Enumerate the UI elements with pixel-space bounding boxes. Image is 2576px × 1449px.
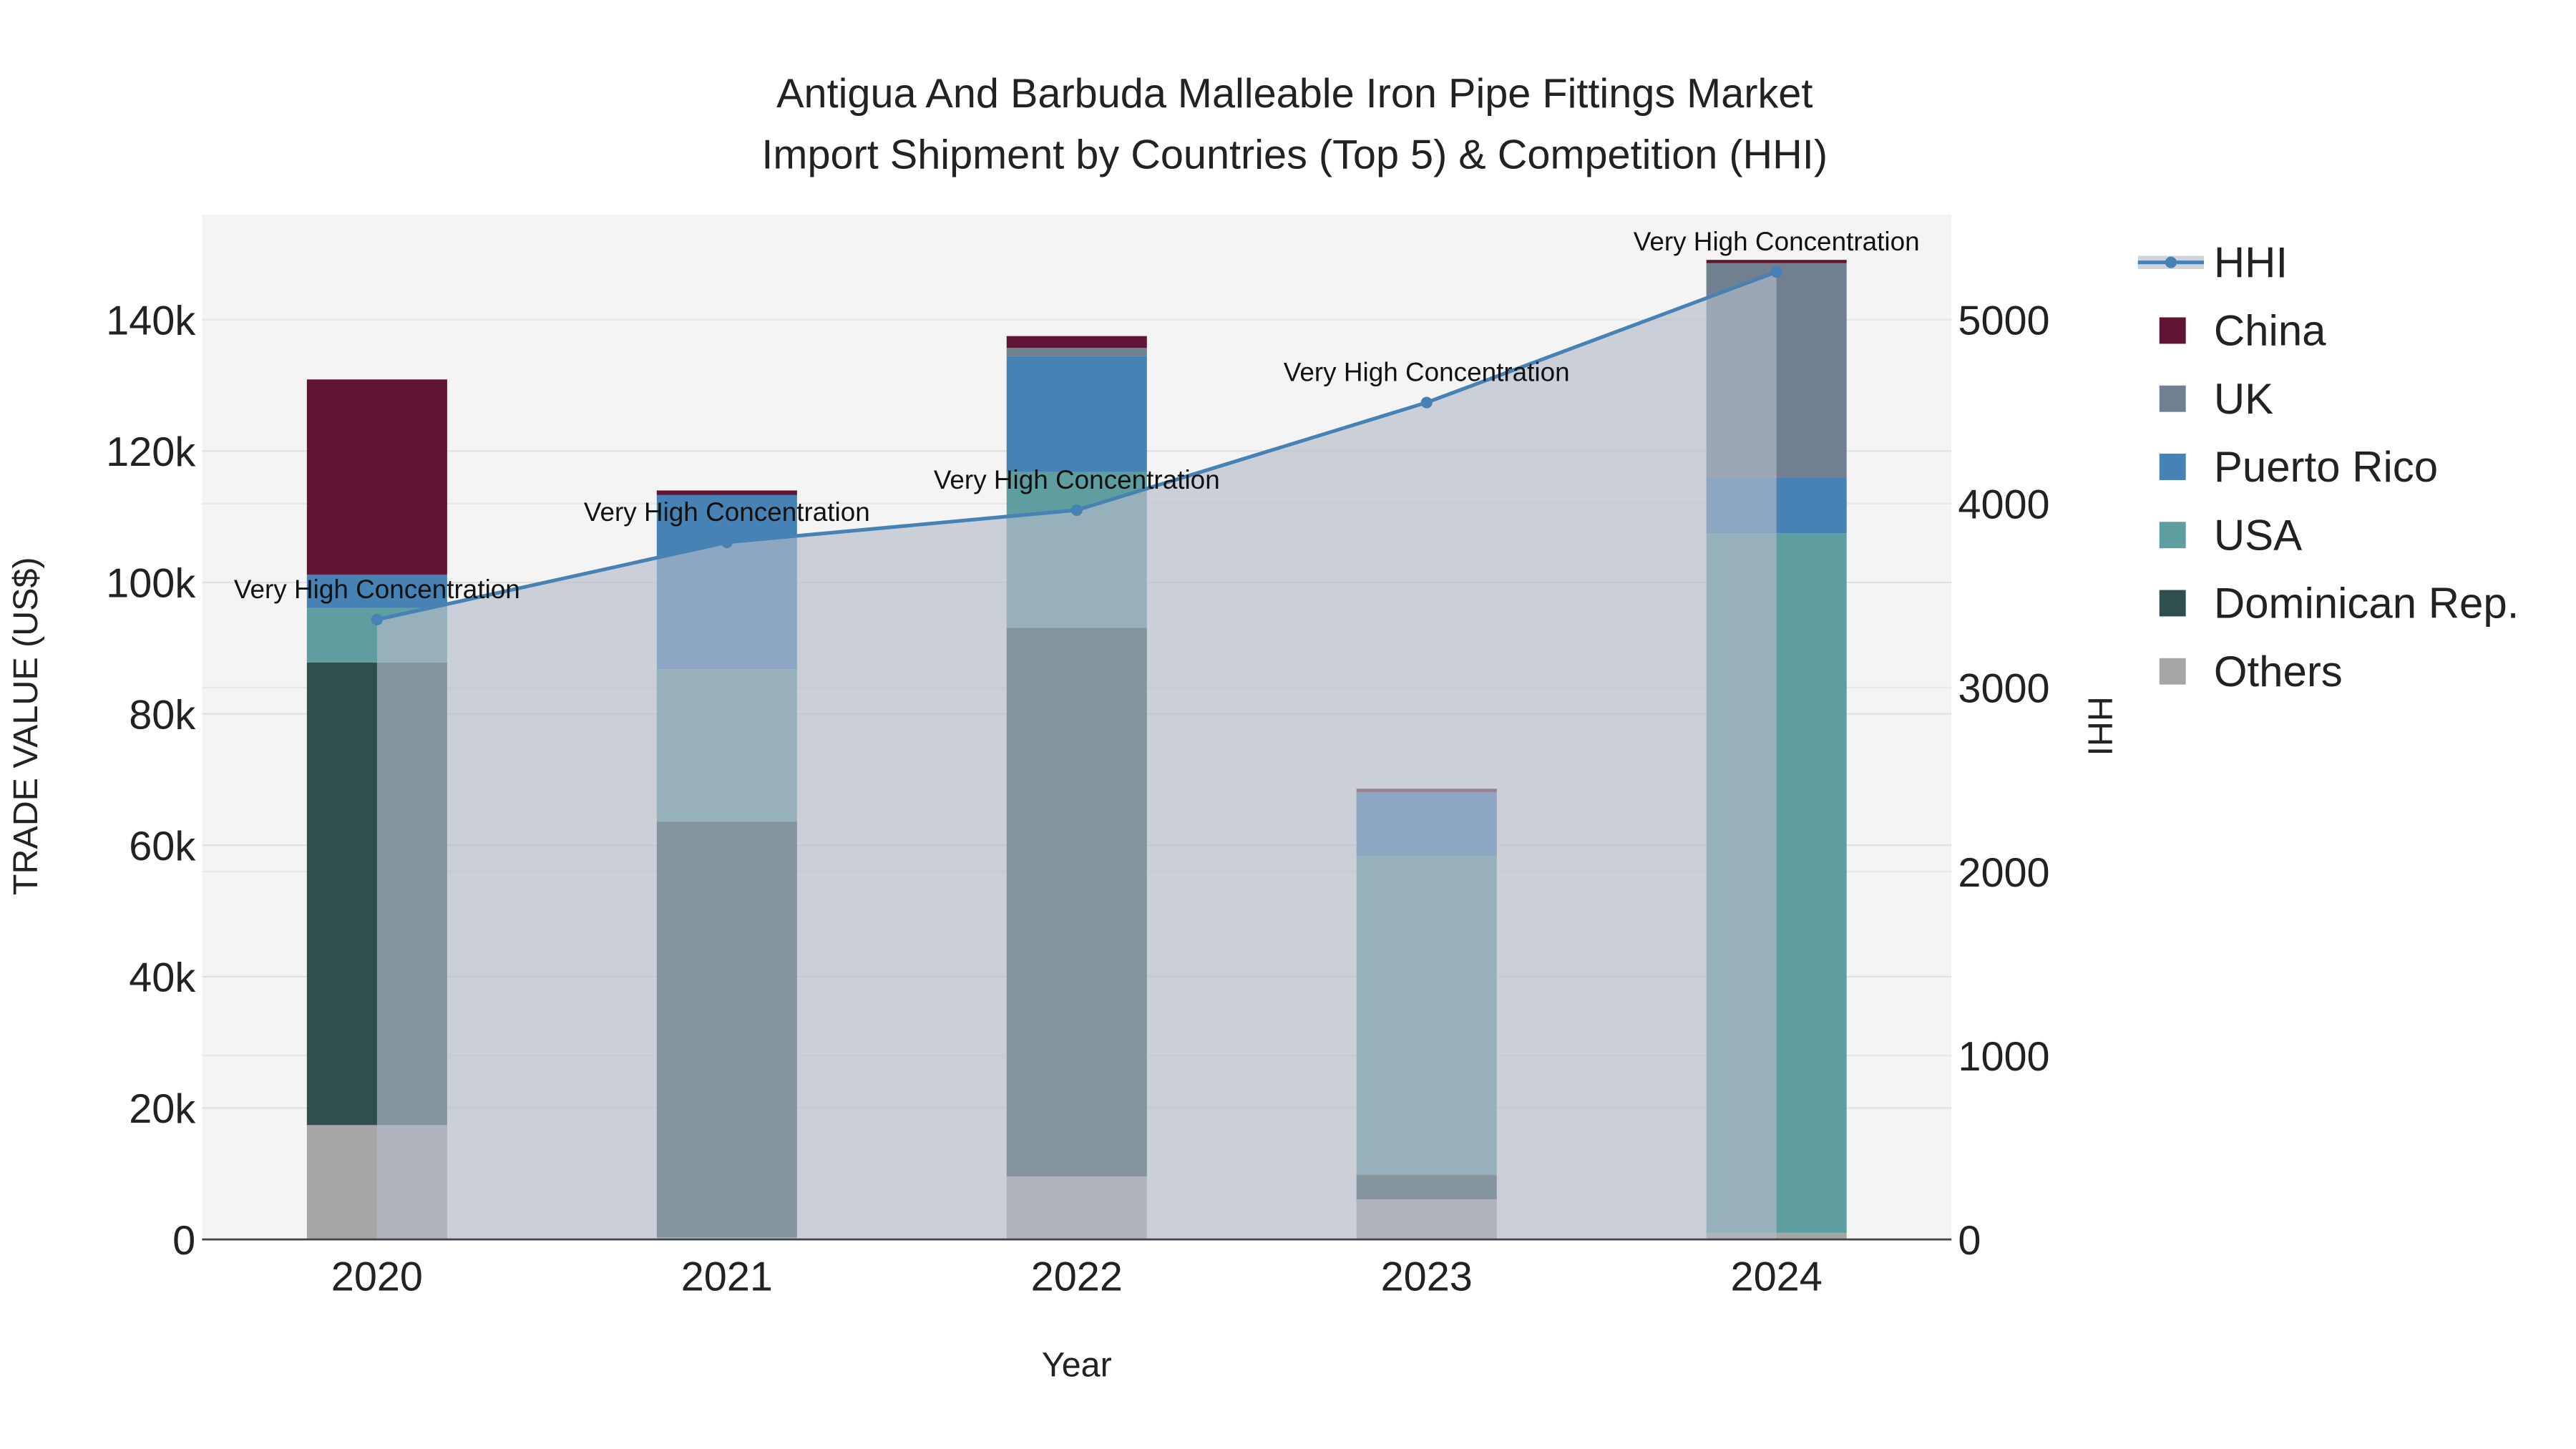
hhi-annotation: Very High Concentration <box>1284 358 1570 387</box>
legend-item-puerto-rico: Puerto Rico <box>2159 443 2438 491</box>
legend-item-usa: USA <box>2159 511 2302 559</box>
y2-tick-label: 4000 <box>1958 482 2049 528</box>
legend-swatch <box>2159 658 2186 685</box>
legend-item-hhi: HHI <box>2137 238 2288 286</box>
y-tick-label: 140k <box>106 298 195 343</box>
y-tick-label: 40k <box>129 955 195 1001</box>
legend-item-dominican-rep-: Dominican Rep. <box>2159 580 2519 628</box>
hhi-point-2024 <box>1770 265 1782 278</box>
legend-label: Others <box>2214 648 2343 696</box>
y2-tick-label: 1000 <box>1958 1034 2049 1080</box>
hhi-point-2021 <box>721 536 733 548</box>
y2-axis-title: HHI <box>2081 696 2119 756</box>
y-axis-title: TRADE VALUE (US$) <box>6 557 45 895</box>
hhi-point-2023 <box>1420 396 1433 409</box>
x-tick-label: 2022 <box>1031 1254 1123 1300</box>
legend-item-others: Others <box>2159 648 2343 696</box>
y2-tick-label: 5000 <box>1958 298 2049 344</box>
hhi-annotation: Very High Concentration <box>584 497 870 527</box>
x-tick-label: 2021 <box>681 1254 773 1300</box>
legend-swatch <box>2159 317 2186 344</box>
legend-label: Dominican Rep. <box>2214 580 2519 628</box>
legend-swatch <box>2159 385 2186 412</box>
chart-title-line1: Antigua And Barbuda Malleable Iron Pipe … <box>776 71 1813 117</box>
legend-label: UK <box>2214 375 2273 423</box>
bar-uk-2022 <box>1006 348 1147 356</box>
y-tick-label: 80k <box>129 692 195 738</box>
chart-title-line2: Import Shipment by Countries (Top 5) & C… <box>761 132 1828 177</box>
bar-china-2020 <box>306 379 447 575</box>
x-tick-label: 2023 <box>1381 1254 1473 1300</box>
hhi-annotation: Very High Concentration <box>234 575 520 604</box>
y2-tick-label: 3000 <box>1958 666 2049 712</box>
y-tick-label: 0 <box>172 1218 195 1264</box>
hhi-point-2022 <box>1070 504 1083 516</box>
legend-swatch <box>2159 454 2186 480</box>
chart: Very High Concentration Very High Concent… <box>6 71 2519 1385</box>
hhi-point-2020 <box>371 613 383 625</box>
bar-china-2022 <box>1006 336 1147 348</box>
legend-swatch <box>2159 590 2186 617</box>
y-tick-label: 20k <box>129 1086 195 1132</box>
x-tick-label: 2024 <box>1731 1254 1823 1300</box>
y-tick-label: 60k <box>129 824 195 869</box>
y-tick-label: 100k <box>106 561 195 607</box>
legend-item-uk: UK <box>2159 375 2273 423</box>
y2-tick-label: 2000 <box>1958 850 2049 896</box>
bar-puerto-rico-2022 <box>1006 356 1147 472</box>
y-tick-label: 120k <box>106 429 195 475</box>
bar-china-2024 <box>1706 260 1847 263</box>
hhi-annotation: Very High Concentration <box>934 465 1220 494</box>
legend-label: Puerto Rico <box>2214 443 2438 491</box>
legend-item-china: China <box>2159 307 2326 355</box>
legend-label: USA <box>2214 511 2302 559</box>
legend-swatch <box>2159 522 2186 549</box>
x-tick-label: 2020 <box>331 1254 423 1300</box>
legend-label: HHI <box>2214 238 2288 286</box>
bar-china-2021 <box>656 490 797 495</box>
y2-tick-label: 0 <box>1958 1218 1981 1264</box>
legend-label: China <box>2214 307 2326 355</box>
x-axis-title: Year <box>1042 1346 1112 1385</box>
legend-hhi-marker <box>2165 256 2177 268</box>
legend: HHI China UK Puerto Rico USA Dominican Rep. Ot… <box>2137 238 2519 696</box>
hhi-annotation: Very High Concentration <box>1634 227 1920 256</box>
